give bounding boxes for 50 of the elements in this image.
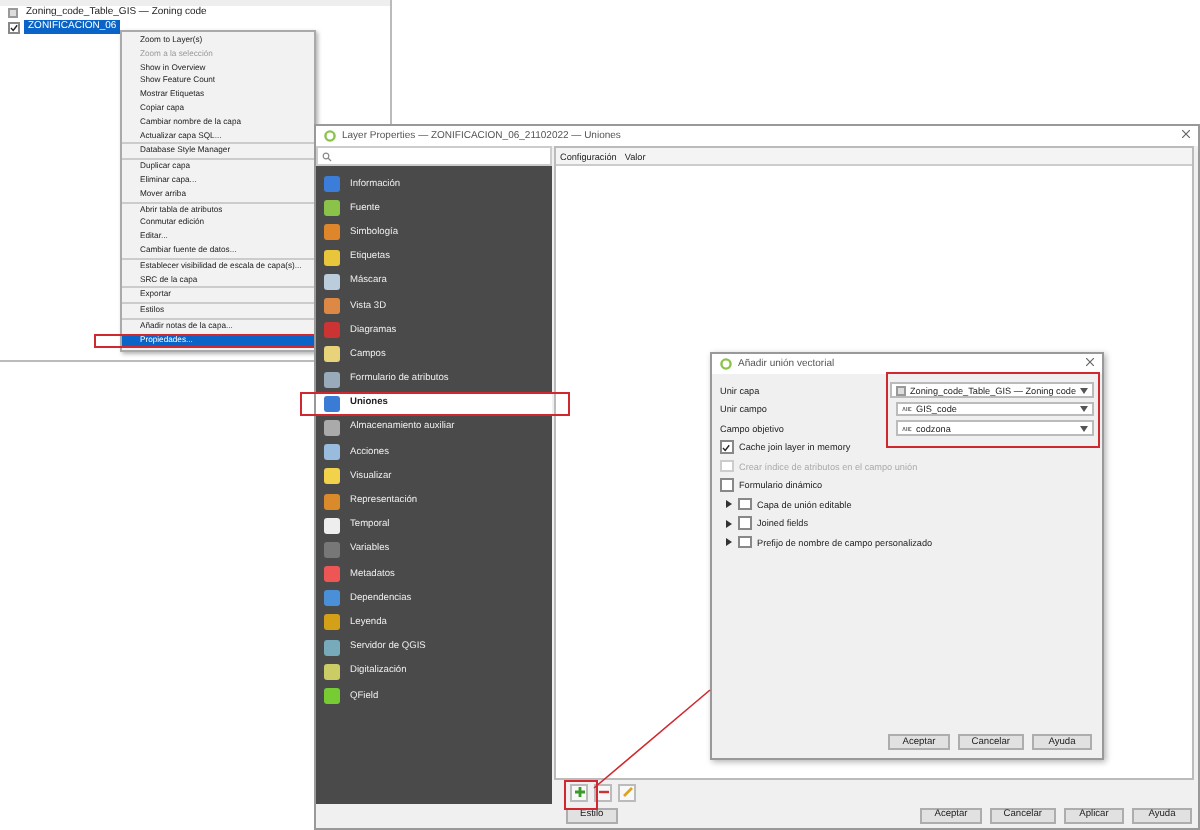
app-logo-icon (720, 358, 732, 370)
checkbox[interactable] (8, 21, 20, 33)
caret-icon (1080, 387, 1088, 393)
expand-arrow-icon[interactable] (726, 519, 732, 527)
text-field-icon (902, 425, 912, 431)
tile-icon (324, 663, 340, 680)
tile-icon (324, 614, 340, 631)
add-button[interactable] (570, 783, 588, 801)
highlight-frame (564, 780, 598, 810)
tile-icon (324, 688, 340, 705)
tile-icon (324, 224, 340, 241)
tile-icon (324, 590, 340, 607)
tile-icon (324, 419, 340, 436)
table-icon (896, 385, 906, 395)
close-button[interactable] (1182, 130, 1190, 142)
tile-icon (324, 541, 340, 558)
table-icon (8, 8, 18, 18)
expand-arrow-icon[interactable] (726, 538, 732, 546)
checkbox[interactable] (720, 440, 733, 454)
tile-icon (324, 517, 340, 534)
close-button[interactable] (1086, 358, 1094, 370)
tile-icon (324, 298, 340, 315)
search-icon (322, 151, 332, 161)
tile-icon (324, 346, 340, 363)
search-field[interactable] (316, 146, 552, 166)
tile-icon (324, 371, 340, 388)
tile-icon (324, 176, 340, 193)
text-field-icon (902, 406, 912, 412)
tile-icon (324, 444, 340, 461)
tile-icon (324, 249, 340, 266)
caret-icon (1080, 425, 1088, 431)
pencil-icon (621, 786, 633, 798)
checkbox[interactable] (738, 497, 751, 511)
caret-icon (1080, 406, 1088, 412)
tile-icon (324, 468, 340, 485)
tile-icon (324, 200, 340, 217)
app-logo-icon (324, 130, 336, 142)
checkbox[interactable] (738, 535, 751, 549)
checkbox[interactable] (738, 516, 751, 530)
plus-icon (573, 786, 585, 798)
tile-icon (324, 566, 340, 583)
tile-icon (324, 273, 340, 290)
tile-icon (324, 322, 340, 339)
leader-line (593, 689, 711, 789)
tile-icon (324, 639, 340, 656)
expand-arrow-icon[interactable] (726, 500, 732, 508)
checkbox[interactable] (720, 478, 733, 492)
minus-icon (597, 790, 609, 794)
tile-icon (324, 395, 340, 412)
tile-icon (324, 493, 340, 510)
